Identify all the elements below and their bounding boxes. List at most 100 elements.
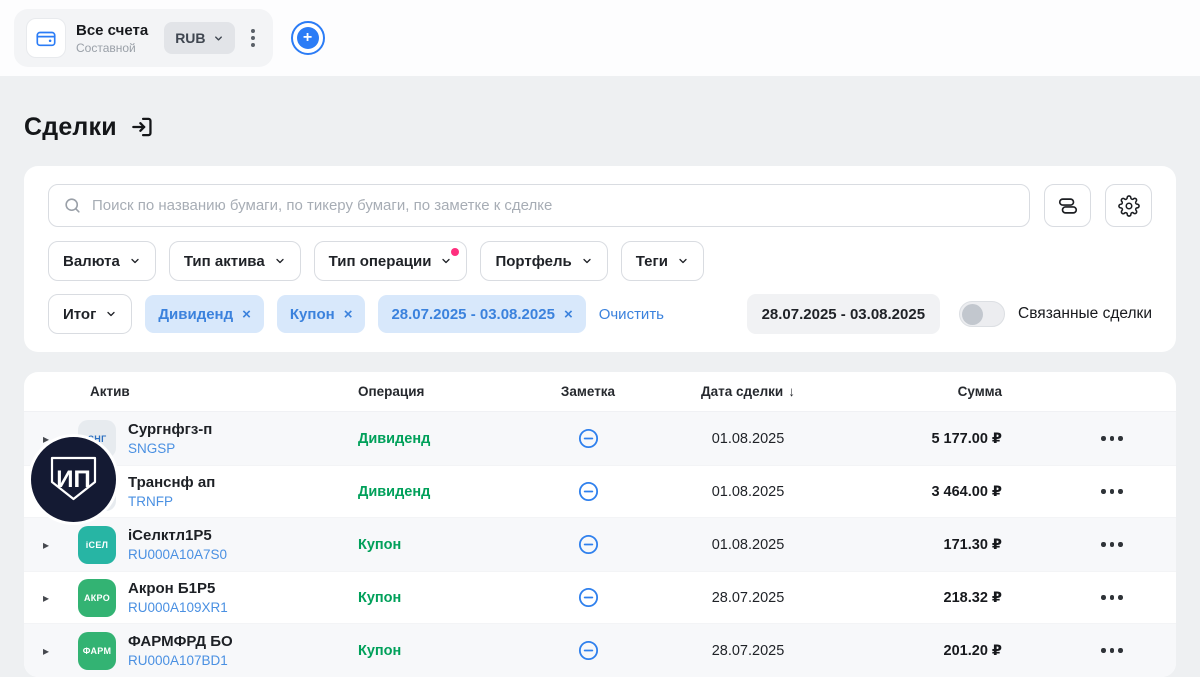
note-icon[interactable] xyxy=(577,480,600,503)
chevron-down-icon xyxy=(129,255,141,267)
asset-logo: ФАРМ xyxy=(78,631,116,670)
expand-icon[interactable]: ▸ xyxy=(43,485,49,499)
asset-logo xyxy=(78,472,116,511)
chevron-down-icon xyxy=(213,33,224,44)
currency-value: RUB xyxy=(175,30,206,46)
close-icon[interactable]: × xyxy=(344,306,353,323)
chip-label: 28.07.2025 - 03.08.2025 xyxy=(391,305,555,323)
column-header-date[interactable]: Дата сделки ↓ xyxy=(658,384,838,399)
asset-logo: iСЕЛ xyxy=(78,525,116,564)
row-menu-icon[interactable] xyxy=(1095,483,1129,500)
account-name: Все счета xyxy=(76,21,149,39)
table-row[interactable]: ▸ АКРО Акрон Б1Р5 RU000A109XR1 Купон 28.… xyxy=(24,571,1176,624)
operation-type: Купон xyxy=(358,642,402,659)
close-icon[interactable]: × xyxy=(242,306,251,323)
table-row[interactable]: ▸ Транснф ап TRNFP Дивиденд 01.08.2025 3… xyxy=(24,465,1176,518)
column-header-operation: Операция xyxy=(358,384,425,399)
row-menu-icon[interactable] xyxy=(1095,589,1129,606)
deals-table: Актив Операция Заметка Дата сделки ↓ Сум… xyxy=(24,372,1176,677)
asset-ticker-link[interactable]: RU000A107BD1 xyxy=(128,653,233,668)
account-info: Все счета Составной xyxy=(76,22,148,55)
filter-operation-type[interactable]: Тип операции xyxy=(313,241,468,281)
note-icon[interactable] xyxy=(577,533,600,556)
expand-icon[interactable]: ▸ xyxy=(43,432,49,446)
date-header-label: Дата сделки xyxy=(701,384,784,399)
search-input[interactable] xyxy=(92,197,1015,214)
operation-type: Купон xyxy=(358,589,402,606)
clear-filters-button[interactable]: Очистить xyxy=(599,306,664,323)
asset-logo: АКРО xyxy=(78,578,116,617)
filter-panel: Валюта Тип актива Тип операции Портфель … xyxy=(24,166,1176,352)
asset-ticker-link[interactable]: TRNFP xyxy=(128,494,215,509)
currency-select[interactable]: RUB xyxy=(164,22,235,54)
asset-logo-label: ФАРМ xyxy=(82,645,112,656)
table-row[interactable]: ▸ ФАРМ ФАРМФРД БО RU000A107BD1 Купон 28.… xyxy=(24,624,1176,677)
deal-date: 01.08.2025 xyxy=(711,536,785,553)
filter-label: Итог xyxy=(63,305,97,323)
chevron-down-icon xyxy=(581,255,593,267)
asset-ticker-link[interactable]: RU000A10A7S0 xyxy=(128,547,227,562)
account-type: Составной xyxy=(76,40,136,55)
expand-icon[interactable]: ▸ xyxy=(43,538,49,552)
settings-button[interactable] xyxy=(1105,184,1152,227)
filter-portfolio[interactable]: Портфель xyxy=(480,241,608,281)
deal-date: 01.08.2025 xyxy=(711,483,785,500)
filter-chip-dividend[interactable]: Дивиденд × xyxy=(145,295,264,333)
filter-presets-button[interactable] xyxy=(1044,184,1091,227)
deal-amount: 218.32 ₽ xyxy=(943,589,1002,606)
filter-label: Портфель xyxy=(495,252,572,270)
filter-total[interactable]: Итог xyxy=(48,294,133,334)
deal-amount: 3 464.00 ₽ xyxy=(931,483,1002,500)
export-icon[interactable] xyxy=(129,114,155,140)
deal-date: 28.07.2025 xyxy=(711,642,785,659)
filter-badge-dot xyxy=(451,248,460,256)
asset-name: iСелктл1Р5 xyxy=(128,527,212,544)
asset-ticker-link[interactable]: RU000A109XR1 xyxy=(128,600,228,615)
plus-icon: + xyxy=(296,27,319,49)
note-icon[interactable] xyxy=(577,639,600,662)
row-menu-icon[interactable] xyxy=(1095,430,1129,447)
linked-deals-toggle[interactable] xyxy=(959,301,1006,327)
chevron-down-icon xyxy=(274,255,286,267)
main-content: Сделки Поиск по названию бумаги, по тике… xyxy=(0,110,1200,677)
linked-deals-label: Связанные сделки xyxy=(1018,305,1152,322)
asset-name: ФАРМФРД БО xyxy=(128,633,233,650)
filter-chip-daterange[interactable]: 28.07.2025 - 03.08.2025 × xyxy=(378,295,586,333)
row-menu-icon[interactable] xyxy=(1095,642,1129,659)
gear-icon xyxy=(1117,194,1140,217)
asset-name: Акрон Б1Р5 xyxy=(128,580,216,597)
deal-amount: 171.30 ₽ xyxy=(943,536,1002,553)
date-range-picker[interactable]: 28.07.2025 - 03.08.2025 xyxy=(746,294,941,334)
add-account-button[interactable]: + xyxy=(290,21,325,55)
asset-logo: СНГ xyxy=(78,419,116,458)
account-more-icon[interactable] xyxy=(245,25,261,51)
chip-label: Дивиденд xyxy=(158,305,234,323)
filter-asset-type[interactable]: Тип актива xyxy=(168,241,301,281)
sliders-icon xyxy=(1057,195,1079,217)
note-icon[interactable] xyxy=(577,586,600,609)
filter-label: Теги xyxy=(635,252,668,270)
deal-amount: 201.20 ₽ xyxy=(943,642,1002,659)
note-icon[interactable] xyxy=(577,427,600,450)
asset-ticker-link[interactable]: SNGSP xyxy=(128,441,212,456)
expand-icon[interactable]: ▸ xyxy=(43,644,49,658)
filter-dropdowns: Валюта Тип актива Тип операции Портфель … xyxy=(48,241,1152,281)
filter-currency[interactable]: Валюта xyxy=(48,241,156,281)
filter-tags[interactable]: Теги xyxy=(620,241,704,281)
column-header-note: Заметка xyxy=(560,384,616,399)
filter-label: Валюта xyxy=(63,252,120,270)
row-menu-icon[interactable] xyxy=(1095,536,1129,553)
close-icon[interactable]: × xyxy=(564,306,573,323)
deal-amount: 5 177.00 ₽ xyxy=(931,430,1002,447)
filter-label: Тип операции xyxy=(328,252,432,270)
table-row[interactable]: ▸ СНГ Сургнфгз-п SNGSP Дивиденд 01.08.20… xyxy=(24,412,1176,465)
asset-logo-label: АКРО xyxy=(83,592,111,603)
expand-icon[interactable]: ▸ xyxy=(43,591,49,605)
chevron-down-icon xyxy=(677,255,689,267)
account-selector[interactable]: Все счета Составной RUB xyxy=(14,9,273,67)
table-header: Актив Операция Заметка Дата сделки ↓ Сум… xyxy=(24,372,1176,412)
table-row[interactable]: ▸ iСЕЛ iСелктл1Р5 RU000A10A7S0 Купон 01.… xyxy=(24,518,1176,571)
deal-date: 28.07.2025 xyxy=(711,589,785,606)
filter-chip-coupon[interactable]: Купон × xyxy=(276,295,366,333)
column-header-asset: Актив xyxy=(90,384,130,399)
